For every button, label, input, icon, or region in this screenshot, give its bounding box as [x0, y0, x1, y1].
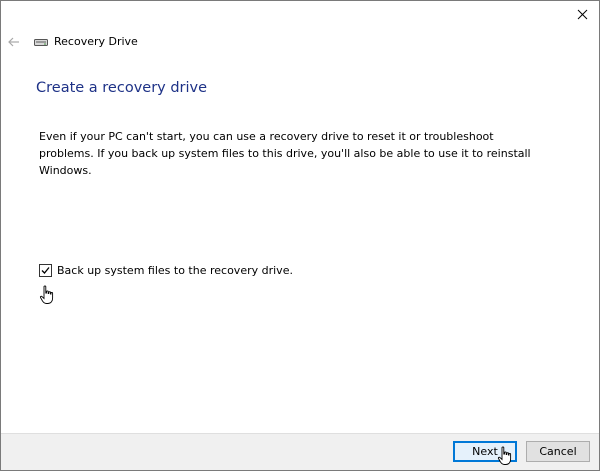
hand-cursor-icon — [39, 285, 54, 304]
window-title: Recovery Drive — [54, 35, 138, 48]
checkmark-icon — [41, 267, 50, 274]
close-icon — [577, 9, 587, 19]
recovery-drive-window: Recovery Drive Create a recovery drive E… — [0, 0, 600, 471]
description-text: Even if your PC can't start, you can use… — [39, 130, 531, 177]
hand-cursor-icon — [497, 446, 512, 465]
drive-icon — [34, 39, 48, 46]
navigation-bar: Recovery Drive — [1, 31, 599, 53]
backup-option-row[interactable]: Back up system files to the recovery dri… — [39, 264, 293, 277]
cancel-button[interactable]: Cancel — [526, 441, 590, 462]
page-title: Create a recovery drive — [36, 80, 208, 96]
backup-system-files-checkbox[interactable] — [39, 264, 52, 277]
backup-option-label: Back up system files to the recovery dri… — [57, 264, 293, 277]
back-button[interactable] — [6, 34, 22, 50]
close-button[interactable] — [571, 4, 593, 24]
back-arrow-icon — [8, 37, 19, 47]
